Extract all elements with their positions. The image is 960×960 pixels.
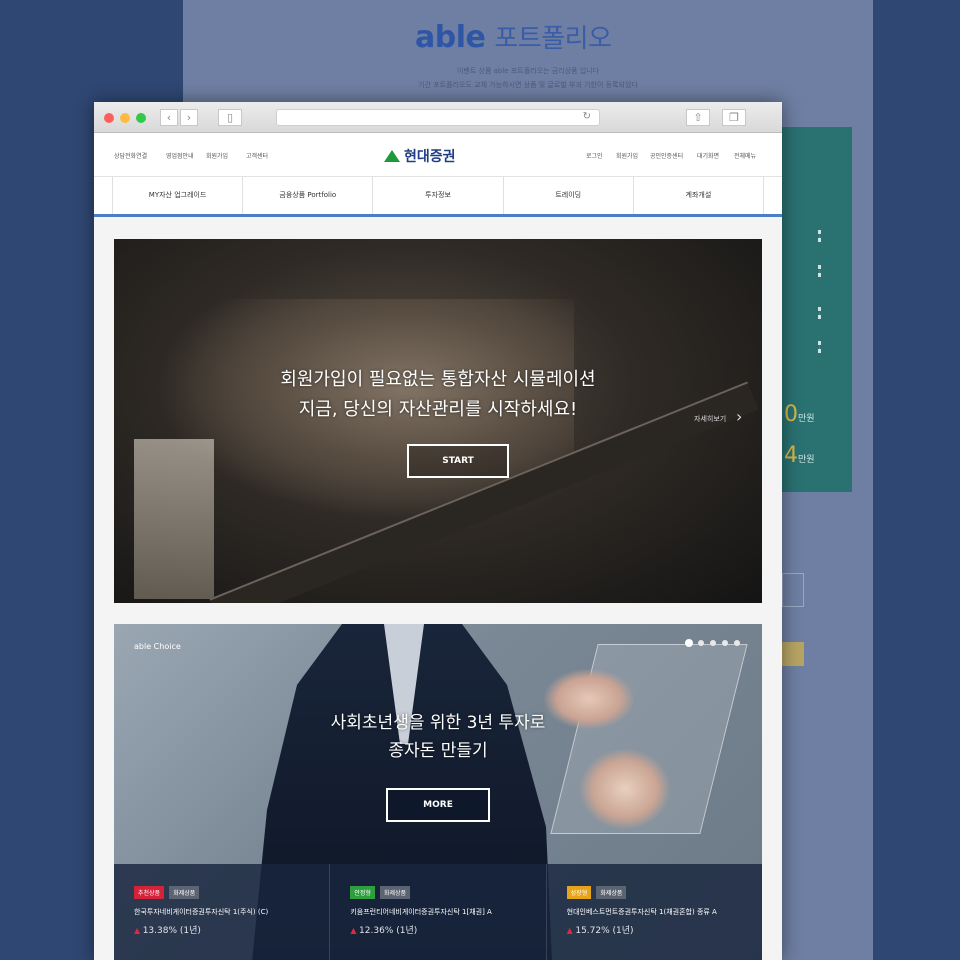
more-dots-icon bbox=[818, 307, 821, 319]
hero-subheadline: 지금, 당신의 자산관리를 시작하세요! bbox=[298, 399, 578, 420]
banner-label: able Choice bbox=[134, 642, 181, 651]
site-header: 상담전화연결 영업점안내 회원가입 고객센터 현대증권 로그인 회원가입 공인인… bbox=[94, 133, 782, 177]
site-logo[interactable]: 현대증권 bbox=[384, 146, 456, 166]
nav-item-open-account[interactable]: 계좌개설 bbox=[632, 177, 765, 214]
tabs-icon[interactable]: ❐ bbox=[722, 109, 746, 126]
able-choice-banner: able Choice 사회초년생을 위한 3년 투자로 종자돈 만들기 MOR… bbox=[114, 624, 762, 960]
fund-name: 현대인베스트먼트증권투자신탁 1(채권혼합) 종류 A bbox=[566, 908, 717, 916]
hero-headline: 회원가입이 필요없는 통합자산 시뮬레이션 bbox=[280, 369, 596, 390]
fund-card[interactable]: 성장형 화제상품 현대인베스트먼트증권투자신탁 1(채권혼합) 종류 A ▲ 1… bbox=[547, 864, 762, 960]
more-button[interactable]: MORE bbox=[386, 788, 490, 822]
carousel-dot[interactable] bbox=[734, 640, 740, 646]
browser-window: ‹ › ▯ ↻ ⇧ ❐ 상담전화연결 영업점안내 회원가입 고객센터 현대증권 … bbox=[94, 102, 782, 960]
fund-tag-secondary: 화제상품 bbox=[379, 886, 411, 899]
background-outline-box bbox=[782, 573, 804, 607]
fund-rate: ▲ 15.72% (1년) bbox=[566, 926, 634, 936]
fund-tag: 안정형 bbox=[350, 886, 375, 899]
background-green-panel bbox=[782, 127, 852, 492]
carousel-dot[interactable] bbox=[710, 640, 716, 646]
nav-item-my-asset[interactable]: MY자산 업그레이드 bbox=[112, 177, 242, 214]
background-number: 0만원 bbox=[784, 402, 815, 427]
fund-name: 키움프런티어네비게이터증권투자신탁 1[채권] A bbox=[350, 908, 492, 916]
zoom-window-button[interactable] bbox=[136, 113, 146, 123]
background-number: 4만원 bbox=[784, 443, 815, 468]
fund-card[interactable]: 추천상품 화제상품 한국투자네비게이터증권투자신탁 1(주식) (C) ▲ 13… bbox=[114, 864, 331, 960]
util-link[interactable]: 회원가입 bbox=[206, 151, 228, 160]
fund-tag-secondary: 화제상품 bbox=[596, 886, 627, 899]
carousel-pagination bbox=[686, 640, 740, 646]
more-dots-icon bbox=[818, 230, 821, 242]
share-icon[interactable]: ⇧ bbox=[686, 109, 710, 126]
fund-tag: 추천상품 bbox=[134, 886, 165, 899]
main-navigation: MY자산 업그레이드 금융상품 Portfolio 투자정보 트레이딩 계좌개설 bbox=[94, 177, 782, 217]
fund-tag-secondary: 화제상품 bbox=[169, 886, 200, 899]
banner-photo-hand bbox=[580, 749, 670, 829]
util-link[interactable]: 영업점안내 bbox=[166, 151, 194, 160]
util-link[interactable]: 대기화면 bbox=[697, 151, 719, 160]
util-link[interactable]: 고객센터 bbox=[246, 151, 268, 160]
more-dots-icon bbox=[818, 265, 821, 277]
fund-card[interactable]: 안정형 화제상품 키움프런티어네비게이터증권투자신탁 1[채권] A ▲ 12.… bbox=[330, 864, 547, 960]
address-bar[interactable]: ↻ bbox=[276, 109, 600, 126]
more-dots-icon bbox=[818, 341, 821, 353]
nav-item-trading[interactable]: 트레이딩 bbox=[502, 177, 633, 214]
util-link[interactable]: 상담전화연결 bbox=[114, 151, 147, 160]
carousel-dot[interactable] bbox=[698, 640, 704, 646]
background-gold-bar bbox=[782, 642, 804, 666]
carousel-dot[interactable] bbox=[686, 640, 692, 646]
background-brand: able bbox=[415, 20, 486, 55]
arrow-up-icon: ▲ bbox=[350, 926, 360, 935]
logo-triangle-icon bbox=[384, 150, 400, 162]
fund-rate: ▲ 12.36% (1년) bbox=[350, 926, 418, 936]
forward-icon[interactable]: › bbox=[180, 109, 198, 126]
util-link[interactable]: 회원가입 bbox=[616, 151, 638, 160]
background-subtitle-1: 이벤트 상품 able 포트폴리오는 금리상품 입니다 bbox=[456, 67, 600, 75]
banner-subheadline: 종자돈 만들기 bbox=[388, 741, 488, 761]
chevron-right-icon[interactable]: › bbox=[736, 407, 742, 426]
sidebar-icon[interactable]: ▯ bbox=[218, 109, 242, 126]
fund-name: 한국투자네비게이터증권투자신탁 1(주식) (C) bbox=[134, 908, 269, 916]
minimize-window-button[interactable] bbox=[120, 113, 130, 123]
nav-item-investment-info[interactable]: 투자정보 bbox=[372, 177, 502, 214]
util-link[interactable]: 로그인 bbox=[586, 151, 603, 160]
fund-list: 추천상품 화제상품 한국투자네비게이터증권투자신탁 1(주식) (C) ▲ 13… bbox=[114, 864, 762, 960]
close-window-button[interactable] bbox=[104, 113, 114, 123]
reload-icon[interactable]: ↻ bbox=[583, 111, 591, 122]
fund-tag: 성장형 bbox=[566, 886, 592, 899]
browser-toolbar: ‹ › ▯ ↻ ⇧ ❐ bbox=[94, 102, 782, 133]
back-icon[interactable]: ‹ bbox=[160, 109, 178, 126]
hero-banner: 회원가입이 필요없는 통합자산 시뮬레이션 지금, 당신의 자산관리를 시작하세… bbox=[114, 239, 762, 603]
background-title: able 포트폴리오 bbox=[415, 18, 612, 55]
util-link[interactable]: 전체메뉴 bbox=[734, 151, 756, 160]
nav-item-portfolio[interactable]: 금융상품 Portfolio bbox=[242, 177, 372, 214]
util-link[interactable]: 공인인증센터 bbox=[650, 151, 683, 160]
fund-rate: ▲ 13.38% (1년) bbox=[134, 926, 201, 936]
arrow-up-icon: ▲ bbox=[134, 926, 143, 935]
background-subtitle-2: 기간 포트폴리오도 교체 가능하시면 상품 및 글로벌 부과 기한이 등록되었다 bbox=[418, 81, 638, 89]
hero-side-link[interactable]: 자세히보기 bbox=[694, 414, 726, 424]
carousel-dot[interactable] bbox=[722, 640, 728, 646]
start-button[interactable]: START bbox=[407, 444, 509, 478]
background-title-rest: 포트폴리오 bbox=[494, 24, 612, 54]
banner-headline: 사회초년생을 위한 3년 투자로 bbox=[330, 713, 546, 733]
hero-photo-sleeve bbox=[134, 439, 214, 599]
